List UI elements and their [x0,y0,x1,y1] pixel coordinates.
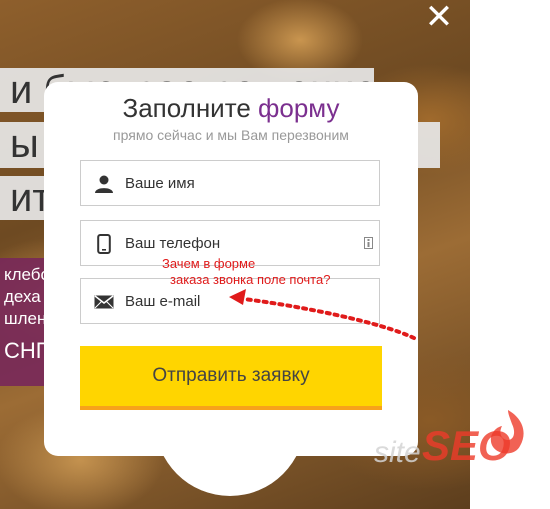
watermark-text-gray: site [374,436,421,468]
envelope-icon [93,291,115,313]
phone-icon [93,233,115,255]
form-subtitle: прямо сейчас и мы Вам перезвоним [113,127,349,143]
annotation-note: Зачем в форме заказа звонка поле почта? [162,256,330,288]
background-promo-line: шлен [4,309,44,328]
name-input[interactable] [125,161,355,205]
form-title-accent: форму [258,93,340,123]
background-promo-line: СНГ [4,338,44,363]
background-promo-line: клебо [4,265,44,284]
field-info-icon [363,237,373,249]
submit-button[interactable]: Отправить заявку [80,346,382,410]
form-title-text: Заполните [122,93,258,123]
form-title: Заполните форму [44,92,418,124]
background-promo-block: клебо деха п шлен СНГ [0,258,44,386]
siteseo-watermark: site SEO [372,404,527,469]
background-promo-line: деха п [4,287,44,306]
background-heading-line: ите [0,176,44,220]
user-icon [93,173,115,195]
annotation-line: Зачем в форме [162,256,256,271]
close-icon[interactable]: ✕ [424,0,454,34]
name-field[interactable] [80,160,380,206]
annotation-line: заказа звонка поле почта? [170,272,331,287]
